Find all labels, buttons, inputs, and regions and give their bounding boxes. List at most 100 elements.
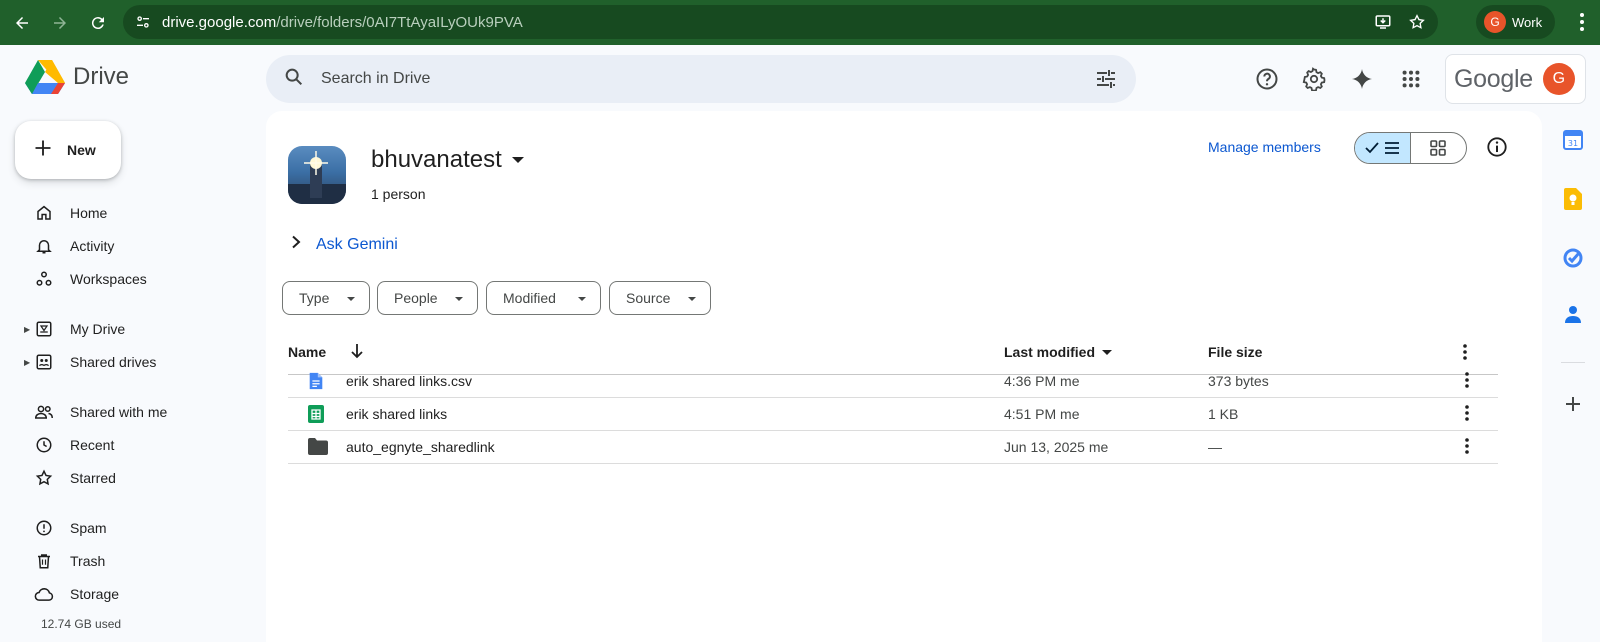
google-wordmark: Google [1454, 64, 1533, 93]
expand-caret-icon[interactable]: ▶ [24, 325, 30, 334]
filter-modified-chip[interactable]: Modified [486, 281, 601, 315]
list-icon [1385, 142, 1400, 154]
sidebar-item-label: Storage [70, 586, 120, 602]
sidebar-item-label: Spam [70, 520, 107, 536]
new-button[interactable]: New [15, 121, 121, 179]
shared-drives-icon [34, 352, 54, 372]
check-icon [1365, 142, 1379, 154]
file-name: auto_egnyte_sharedlink [346, 439, 495, 455]
rail-divider [1561, 362, 1585, 363]
plus-icon [33, 138, 53, 163]
sidebar-item-my-drive[interactable]: ▶ My Drive [0, 313, 250, 345]
bell-icon [34, 236, 54, 256]
search-input[interactable]: Search in Drive [321, 70, 430, 88]
browser-menu-icon[interactable] [1572, 8, 1592, 41]
contacts-icon[interactable] [1561, 302, 1585, 326]
forward-icon[interactable] [41, 4, 79, 42]
dropdown-arrow-icon [688, 297, 696, 301]
folder-members-count: 1 person [371, 186, 426, 202]
gemini-sparkle-icon[interactable] [1346, 63, 1378, 95]
browser-profile[interactable]: G Work [1476, 5, 1555, 39]
filter-source-chip[interactable]: Source [609, 281, 711, 315]
browser-toolbar: drive.google.com/drive/folders/0AI7TtAya… [0, 0, 1600, 45]
tasks-icon[interactable] [1561, 246, 1585, 270]
drive-logo-icon [25, 60, 65, 94]
grid-icon [1430, 140, 1447, 156]
main-content: bhuvanatest 1 person Manage members Ask … [266, 111, 1542, 642]
bookmark-star-icon[interactable] [1402, 13, 1432, 31]
file-name: erik shared links.csv [346, 373, 473, 389]
grid-view-button[interactable] [1411, 133, 1467, 163]
ask-gemini-toggle[interactable]: Ask Gemini [290, 235, 398, 254]
chevron-right-icon [290, 235, 302, 254]
search-bar[interactable]: Search in Drive [266, 55, 1136, 103]
keep-icon[interactable] [1561, 187, 1585, 211]
more-vert-icon[interactable] [1462, 343, 1468, 364]
more-vert-icon[interactable] [1464, 437, 1470, 458]
filter-people-chip[interactable]: People [377, 281, 478, 315]
address-bar[interactable]: drive.google.com/drive/folders/0AI7TtAya… [123, 5, 1438, 39]
add-addon-plus-icon[interactable] [1561, 392, 1585, 416]
sidebar-item-trash[interactable]: Trash [0, 545, 250, 577]
sidebar-item-recent[interactable]: Recent [0, 429, 250, 461]
workspaces-icon [34, 269, 54, 289]
sidebar-item-workspaces[interactable]: Workspaces [0, 263, 250, 295]
sidebar-item-home[interactable]: Home [0, 197, 250, 229]
search-icon[interactable] [283, 66, 305, 93]
dropdown-arrow-icon [347, 297, 355, 301]
dropdown-arrow-icon [455, 297, 463, 301]
sidebar-item-label: Shared with me [70, 404, 168, 420]
column-header-last-modified[interactable]: Last modified [1004, 344, 1113, 360]
file-name: erik shared links [346, 406, 448, 422]
calendar-icon[interactable]: 31 [1561, 128, 1585, 152]
apps-grid-icon[interactable] [1395, 63, 1427, 95]
clock-icon [34, 435, 54, 455]
url-path: /drive/folders/0AI7TtAyaILyOUk9PVA [276, 13, 523, 31]
list-view-button[interactable] [1355, 133, 1411, 163]
docs-icon [308, 372, 324, 393]
more-vert-icon[interactable] [1464, 404, 1470, 425]
account-switcher[interactable]: Google G [1445, 54, 1586, 104]
column-header-file-size[interactable]: File size [1208, 344, 1262, 360]
chip-label: Modified [503, 290, 556, 306]
info-icon[interactable] [1486, 136, 1508, 163]
table-row[interactable]: erik shared links 4:51 PM me 1 KB [288, 398, 1498, 431]
profile-label: Work [1512, 14, 1543, 30]
folder-icon [308, 438, 328, 458]
chip-label: Type [299, 290, 330, 306]
site-info-icon[interactable] [126, 14, 160, 30]
sidebar-item-starred[interactable]: Starred [0, 462, 250, 494]
star-icon [34, 468, 54, 488]
more-vert-icon[interactable] [1464, 371, 1470, 392]
spam-icon [34, 518, 54, 538]
sidebar-item-label: My Drive [70, 321, 126, 337]
back-icon[interactable] [3, 4, 41, 42]
folder-title-button[interactable]: bhuvanatest [371, 146, 524, 174]
settings-gear-icon[interactable] [1298, 63, 1330, 95]
sidebar-item-label: Starred [70, 470, 116, 486]
sidebar-item-storage[interactable]: Storage [0, 578, 250, 610]
sidebar-item-shared-drives[interactable]: ▶ Shared drives [0, 346, 250, 378]
table-row[interactable]: erik shared links.csv 4:36 PM me 373 byt… [288, 365, 1498, 398]
column-header-name[interactable]: Name [288, 344, 326, 360]
file-last-modified: Jun 13, 2025 me [1004, 439, 1109, 455]
help-icon[interactable] [1251, 63, 1283, 95]
drive-logo[interactable]: Drive [25, 59, 129, 95]
sidebar-item-activity[interactable]: Activity [0, 230, 250, 262]
search-options-icon[interactable] [1094, 67, 1118, 96]
file-size: 1 KB [1208, 406, 1239, 422]
trash-icon [34, 551, 54, 571]
install-app-icon[interactable] [1368, 13, 1398, 31]
reload-icon[interactable] [79, 4, 117, 42]
sidebar-item-spam[interactable]: Spam [0, 512, 250, 544]
folder-menu-dropdown-icon [511, 157, 524, 163]
dropdown-arrow-icon [578, 297, 586, 301]
storage-used-text: 12.74 GB used [41, 617, 122, 631]
expand-caret-icon[interactable]: ▶ [24, 358, 30, 367]
sidebar-item-shared-with-me[interactable]: Shared with me [0, 396, 250, 428]
manage-members-link[interactable]: Manage members [1208, 139, 1321, 155]
home-icon [34, 203, 54, 223]
table-row[interactable]: auto_egnyte_sharedlink Jun 13, 2025 me — [288, 431, 1498, 464]
sort-arrow-down-icon[interactable] [350, 343, 364, 362]
filter-type-chip[interactable]: Type [282, 281, 370, 315]
